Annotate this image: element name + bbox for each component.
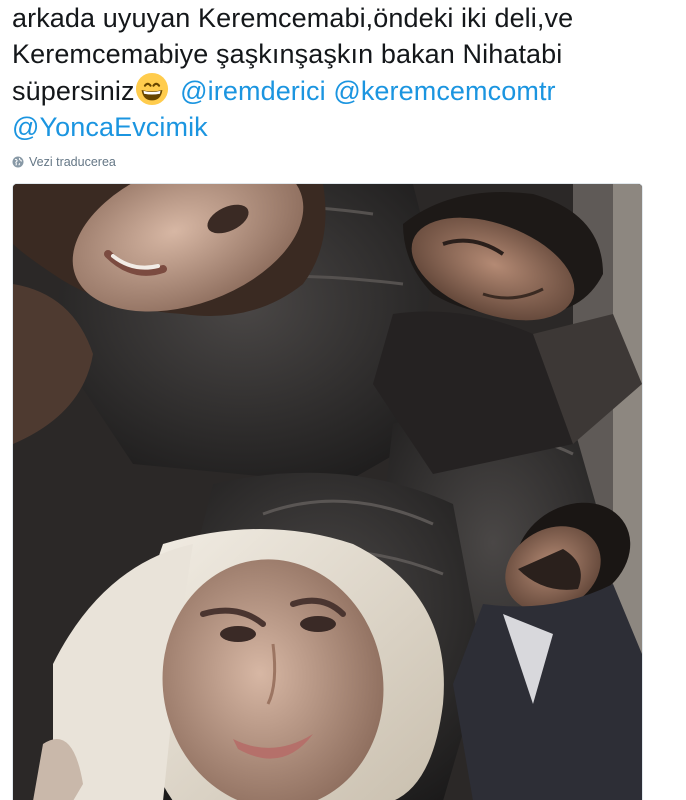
globe-icon bbox=[12, 156, 24, 168]
mention-yoncaevcimik[interactable]: @YoncaEvcimik bbox=[12, 112, 208, 142]
mention-iremderici[interactable]: @iremderici bbox=[180, 76, 326, 106]
translate-link[interactable]: Vezi traducerea bbox=[12, 155, 116, 169]
tweet-text-line-1: arkada uyuyan Keremcemabi,öndeki iki del… bbox=[12, 3, 574, 33]
tweet-text-line-2: Keremcemabiye şaşkınşaşkın bakan Nihatab… bbox=[12, 39, 563, 69]
tweet: arkada uyuyan Keremcemabi,öndeki iki del… bbox=[0, 0, 686, 800]
tweet-text-line-3-text: süpersiniz bbox=[12, 76, 135, 106]
tweet-text: arkada uyuyan Keremcemabi,öndeki iki del… bbox=[12, 0, 672, 145]
tweet-text-line-4: @YoncaEvcimik bbox=[12, 109, 672, 145]
selfie-photo-illustration bbox=[13, 184, 642, 800]
mention-keremcemcomtr[interactable]: @keremcemcomtr bbox=[333, 76, 555, 106]
grinning-emoji-icon bbox=[135, 72, 169, 106]
translate-label: Vezi traducerea bbox=[29, 155, 116, 169]
tweet-text-line-3: süpersiniz @iremderici @keremcemcomtr bbox=[12, 72, 672, 109]
tweet-photo[interactable] bbox=[12, 183, 643, 800]
